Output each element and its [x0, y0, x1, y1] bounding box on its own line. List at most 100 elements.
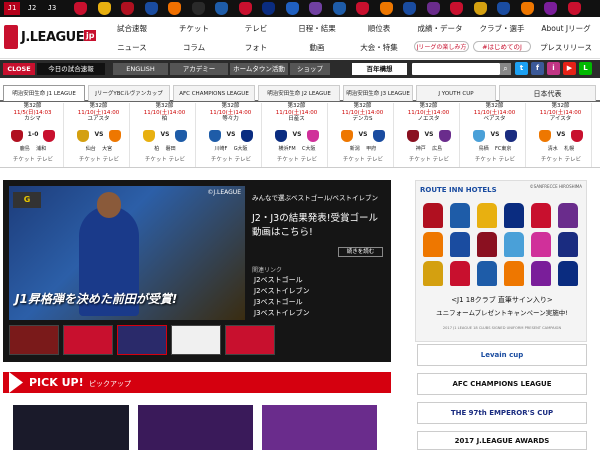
tab-j1[interactable]: J1	[4, 2, 20, 15]
related-link[interactable]: J2ベストイレブン	[254, 286, 310, 296]
nav-ticket[interactable]: チケット	[164, 23, 224, 34]
club-crest-icon[interactable]	[567, 2, 581, 15]
today-matches-button[interactable]: 今日の試合速報	[37, 63, 105, 75]
fixture-links[interactable]: チケット テレビ	[464, 157, 526, 164]
club-crest-icon[interactable]	[309, 2, 322, 15]
sidebar-ad[interactable]: ROUTE INN HOTELS ©SANFRECCE HIROSHIMA <J…	[415, 180, 587, 342]
club-crest-icon[interactable]	[97, 2, 111, 15]
jleague-logo[interactable]: J.LEAGUE jp	[4, 21, 99, 54]
club-crest-icon[interactable]	[238, 2, 252, 15]
club-crest-icon[interactable]	[285, 2, 299, 15]
feature-thumbnail[interactable]	[225, 325, 275, 355]
feature-thumbnail[interactable]	[117, 325, 167, 355]
fixture-card[interactable]: 第32節 11/10(土)14:00 ユアスタ VS 仙台 大宮 チケット テレビ	[68, 103, 130, 167]
shop-button[interactable]: ショップ	[290, 63, 330, 75]
tab-j2[interactable]: J2	[24, 2, 40, 15]
related-link[interactable]: J3ベストゴール	[254, 297, 303, 307]
club-crest-icon[interactable]	[450, 2, 463, 15]
read-more-button[interactable]: 続きを読む	[338, 247, 383, 257]
youtube-icon[interactable]: ▶	[563, 62, 576, 75]
fixture-card[interactable]: 第32節 11/10(土)14:00 柏 VS 柏 磐田 チケット テレビ	[134, 103, 196, 167]
club-crest-icon[interactable]	[379, 2, 393, 15]
fixture-card[interactable]: 第32節 11/10(土)14:00 日産ス VS 横浜FM C大阪 チケット テレビ	[266, 103, 328, 167]
club-crest-icon[interactable]	[144, 2, 158, 15]
related-link[interactable]: J3ベストイレブン	[254, 308, 310, 318]
fixture-links[interactable]: チケット テレビ	[332, 157, 394, 164]
tab-national-team[interactable]: 日本代表	[499, 85, 596, 101]
english-button[interactable]: ENGLISH	[113, 63, 168, 75]
fixture-links[interactable]: チケット テレビ	[398, 157, 460, 164]
club-crest-icon[interactable]	[520, 2, 534, 15]
pickup-card[interactable]	[13, 405, 129, 450]
feature-thumbnail[interactable]	[171, 325, 221, 355]
club-crest-icon[interactable]	[74, 2, 87, 15]
club-crest-icon[interactable]	[262, 2, 275, 15]
club-crest-icon[interactable]	[473, 2, 487, 15]
club-crest-icon[interactable]	[497, 2, 510, 15]
acl-banner[interactable]: AFC CHAMPIONS LEAGUE	[417, 373, 587, 395]
fixture-links[interactable]: チケット テレビ	[2, 157, 64, 164]
tab-j3-league[interactable]: 明治安田生命 J3 LEAGUE	[343, 85, 413, 101]
tab-j2-league[interactable]: 明治安田生命 J2 LEAGUE	[258, 85, 340, 101]
line-icon[interactable]: L	[579, 62, 592, 75]
hometown-button[interactable]: ホームタウン活動	[230, 63, 288, 75]
nav-column[interactable]: コラム	[164, 42, 224, 53]
club-crest-icon[interactable]	[121, 2, 134, 15]
tab-youth-cup[interactable]: J YOUTH CUP	[416, 85, 496, 101]
hyakunen-button[interactable]: 百年構想	[352, 63, 407, 75]
nav-standings[interactable]: 順位表	[349, 23, 409, 34]
fixture-links[interactable]: チケット テレビ	[266, 157, 328, 164]
club-crest-icon[interactable]	[356, 2, 369, 15]
hajimete-button[interactable]: #はじめてのJ	[473, 41, 531, 52]
nav-live[interactable]: 試合速報	[102, 23, 162, 34]
fixture-card[interactable]: 第32節 11/10(土)14:00 アイスタ VS 清水 札幌 チケット テレビ	[530, 103, 592, 167]
academy-button[interactable]: アカデミー	[170, 63, 228, 75]
how-to-enjoy-button[interactable]: Jリーグの楽しみ方	[414, 41, 469, 52]
facebook-icon[interactable]: f	[531, 62, 544, 75]
club-crest-icon[interactable]	[332, 2, 346, 15]
club-crest-icon[interactable]	[191, 2, 205, 15]
fixture-card[interactable]: 第32節 11/10(土)14:00 ノエスタ VS 神戸 広島 チケット テレビ	[398, 103, 460, 167]
feature-thumbnail[interactable]	[63, 325, 113, 355]
fixture-card[interactable]: 第32節 11/5(日)14:03 カシマ 1-0 鹿島 浦和 チケット テレビ	[2, 103, 64, 167]
feature-headline[interactable]: J2・J3の結果発表!受賞ゴール動画はこちら!	[252, 212, 382, 240]
club-crest-icon[interactable]	[426, 2, 440, 15]
nav-tournaments[interactable]: 大会・特集	[349, 42, 409, 53]
nav-tv[interactable]: テレビ	[226, 23, 286, 34]
levain-banner[interactable]: Levain cup	[417, 344, 587, 366]
nav-press[interactable]: プレスリリース	[536, 42, 596, 53]
nav-news[interactable]: ニュース	[102, 42, 162, 53]
fixture-links[interactable]: チケット テレビ	[68, 157, 130, 164]
tab-acl[interactable]: AFC CHAMPIONS LEAGUE	[173, 85, 255, 101]
nav-photo[interactable]: フォト	[226, 42, 286, 53]
fixture-card[interactable]: 第32節 11/10(土)14:00 ベアスタ VS 鳥栖 FC東京 チケット テレビ	[464, 103, 526, 167]
nav-stats[interactable]: 成績・データ	[410, 23, 470, 34]
close-live-button[interactable]: CLOSE	[3, 63, 35, 75]
hero-image[interactable]: G ©J.LEAGUE J1昇格弾を決めた前田が受賞!	[9, 186, 245, 320]
feature-thumbnail[interactable]	[9, 325, 59, 355]
nav-schedule[interactable]: 日程・結果	[287, 23, 347, 34]
fixture-card[interactable]: 第32節 11/10(土)14:00 等々力 VS 川崎F G大阪 チケット テレビ	[200, 103, 262, 167]
club-crest-icon[interactable]	[403, 2, 416, 15]
instagram-icon[interactable]: i	[547, 62, 560, 75]
tab-j1-league[interactable]: 明治安田生命 J1 LEAGUE	[3, 85, 85, 101]
nav-about[interactable]: About Jリーグ	[536, 23, 596, 34]
emperors-cup-banner[interactable]: THE 97th EMPEROR'S CUP	[417, 402, 587, 424]
fixture-links[interactable]: チケット テレビ	[134, 157, 196, 164]
twitter-icon[interactable]: t	[515, 62, 528, 75]
tab-levain[interactable]: JリーグYBCルヴァンカップ	[88, 85, 170, 101]
pickup-card[interactable]	[138, 405, 253, 450]
club-crest-icon[interactable]	[168, 2, 181, 15]
nav-clubs[interactable]: クラブ・選手	[472, 23, 532, 34]
search-input[interactable]	[412, 63, 500, 75]
fixture-card[interactable]: 第32節 11/10(土)14:00 デンカS VS 新潟 甲府 チケット テレビ	[332, 103, 394, 167]
tab-j3[interactable]: J3	[44, 2, 60, 15]
club-crest-icon[interactable]	[215, 2, 228, 15]
awards-banner[interactable]: 2017 J.LEAGUE AWARDS	[417, 431, 587, 450]
pickup-card[interactable]	[262, 405, 377, 450]
search-icon[interactable]: ⌕	[500, 63, 511, 75]
fixture-links[interactable]: チケット テレビ	[530, 157, 592, 164]
club-crest-icon[interactable]	[544, 2, 557, 15]
related-link[interactable]: J2ベストゴール	[254, 275, 303, 285]
fixture-links[interactable]: チケット テレビ	[200, 157, 262, 164]
